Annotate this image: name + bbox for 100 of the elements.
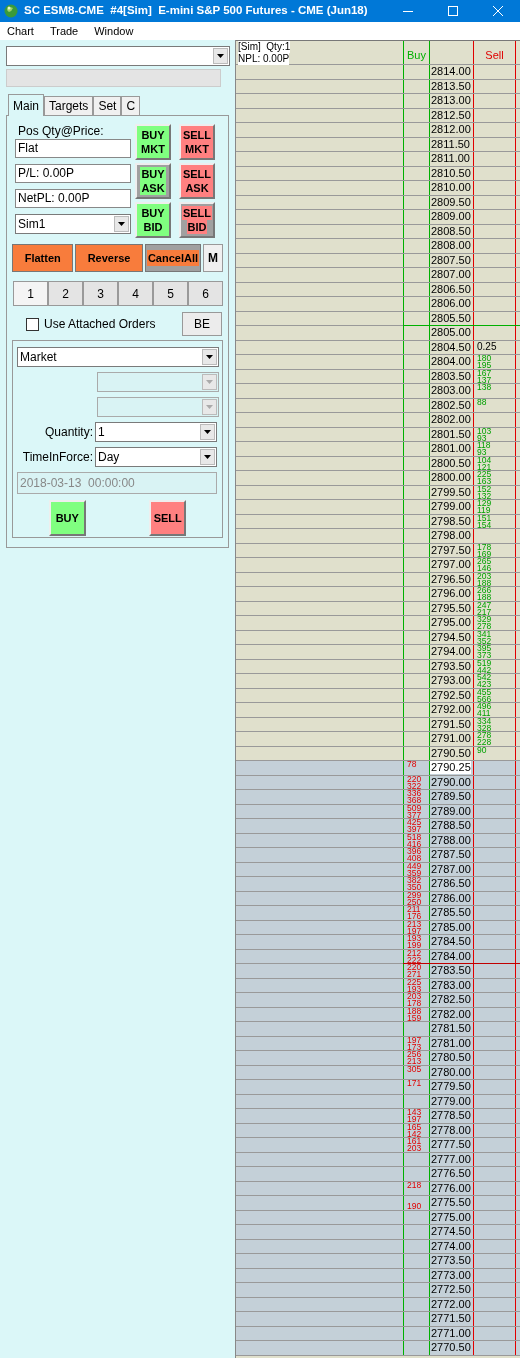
ladder-row[interactable]: 2806.00 bbox=[236, 297, 520, 312]
quantity-text: 542 bbox=[477, 674, 492, 681]
quantity-preset-button[interactable]: 5 bbox=[153, 281, 188, 306]
maximize-icon bbox=[447, 6, 458, 16]
quantity-text: 519 bbox=[477, 659, 492, 667]
order-button[interactable]: SELL BID bbox=[179, 202, 215, 238]
order-button[interactable]: BUY ASK bbox=[135, 163, 171, 199]
menu-item[interactable]: Window bbox=[94, 22, 134, 40]
price-text: 2779.50 bbox=[430, 1080, 471, 1094]
order-button[interactable]: SELL MKT bbox=[179, 124, 215, 160]
ladder-row[interactable]: 336 368 2789.50 bbox=[236, 790, 520, 805]
ladder-row[interactable]: 2770.50 bbox=[236, 1341, 520, 1356]
ladder-row[interactable]: 78 2790.25 bbox=[236, 761, 520, 776]
price-text: 2806.50 bbox=[430, 282, 471, 296]
order-type-dropdown[interactable]: Market bbox=[17, 347, 219, 367]
ladder-row[interactable]: 2776.50 bbox=[236, 1167, 520, 1182]
ladder-row[interactable]: 2803.00 138 bbox=[236, 384, 520, 399]
ladder-row[interactable]: 2808.00 bbox=[236, 239, 520, 254]
ladder-row[interactable]: 2805.00 bbox=[236, 326, 520, 341]
quantity-text: 163 bbox=[477, 478, 492, 485]
ladder-row[interactable]: 220 271 2783.50 bbox=[236, 964, 520, 979]
sell-button[interactable]: SELL bbox=[149, 500, 187, 536]
quantity-text: 509 bbox=[407, 804, 422, 812]
action-button[interactable]: Reverse bbox=[75, 244, 143, 272]
ladder-row[interactable]: 2813.00 bbox=[236, 94, 520, 109]
ladder-row[interactable]: 2811.00 bbox=[236, 152, 520, 167]
quantity-text: 203 bbox=[407, 1145, 422, 1152]
quantity-dropdown[interactable]: 1 bbox=[95, 422, 217, 442]
quantity-text: 178 bbox=[477, 543, 492, 551]
ladder-row[interactable]: 193 199 2784.50 bbox=[236, 935, 520, 950]
quantity-text: 129 bbox=[477, 500, 492, 507]
account-dropdown[interactable]: Sim1 bbox=[15, 214, 131, 234]
quantity-preset-button[interactable]: 1 bbox=[13, 281, 48, 306]
tab[interactable]: Targets bbox=[44, 96, 94, 115]
ladder-row[interactable]: 2809.00 bbox=[236, 210, 520, 225]
readout-field: NetPL: 0.00P bbox=[15, 189, 131, 208]
quantity-text: 352 bbox=[477, 637, 492, 645]
ladder-row[interactable]: 2774.50 bbox=[236, 1225, 520, 1240]
quantity-preset-button[interactable]: 2 bbox=[48, 281, 83, 306]
time-in-force-dropdown[interactable]: Day bbox=[95, 447, 217, 467]
order-button[interactable]: SELL ASK bbox=[179, 163, 215, 199]
symbol-dropdown[interactable] bbox=[6, 46, 230, 66]
quantity-text: 132 bbox=[477, 492, 492, 500]
quantity-text: 90 bbox=[477, 746, 487, 754]
menu-item[interactable]: Trade bbox=[49, 22, 79, 40]
quantity-text: 416 bbox=[407, 840, 422, 848]
order-button[interactable]: BUY MKT bbox=[135, 124, 171, 160]
ladder-row[interactable]: 2810.00 bbox=[236, 181, 520, 196]
ladder-row[interactable]: 2802.00 bbox=[236, 413, 520, 428]
tick-size-text: 0.25 bbox=[477, 341, 497, 352]
tab[interactable]: Main bbox=[8, 94, 44, 116]
price-text: 2807.00 bbox=[430, 268, 471, 282]
ladder-row[interactable]: 143 197 2778.50 bbox=[236, 1109, 520, 1124]
quantity-text: 449 bbox=[407, 862, 422, 870]
quantity-text: 119 bbox=[477, 507, 491, 514]
ladder-row[interactable]: 2771.50 bbox=[236, 1312, 520, 1327]
tab[interactable]: Set bbox=[93, 96, 122, 115]
quantity-preset-button[interactable]: 6 bbox=[188, 281, 223, 306]
quantity-preset-button[interactable]: 3 bbox=[83, 281, 118, 306]
buy-button[interactable]: BUY bbox=[48, 500, 86, 536]
quantity-text: 152 bbox=[477, 485, 492, 493]
ladder-row[interactable]: 203 178 2782.50 bbox=[236, 993, 520, 1008]
price-text: 2790.25 bbox=[430, 761, 471, 775]
ladder-row[interactable]: 2814.00 bbox=[236, 65, 520, 80]
quantity-preset-button[interactable]: 4 bbox=[118, 281, 153, 306]
price-text: 2790.00 bbox=[430, 775, 471, 789]
price-text: 2784.00 bbox=[430, 949, 471, 963]
price-text: 2784.50 bbox=[430, 935, 471, 949]
ladder-row[interactable]: 2781.50 bbox=[236, 1022, 520, 1037]
ladder-row[interactable]: 161 203 2777.50 bbox=[236, 1138, 520, 1153]
ladder-row[interactable]: 2798.00 bbox=[236, 529, 520, 544]
action-button[interactable]: M bbox=[203, 244, 223, 272]
ladder-row[interactable]: 425 397 2788.50 bbox=[236, 819, 520, 834]
checkbox[interactable] bbox=[26, 317, 39, 331]
price-text: 2773.00 bbox=[430, 1268, 471, 1282]
price-text: 2803.00 bbox=[430, 384, 471, 398]
ladder-row[interactable]: 2812.00 bbox=[236, 123, 520, 138]
ladder-row[interactable]: 2807.00 bbox=[236, 268, 520, 283]
price-text: 2781.00 bbox=[430, 1036, 471, 1050]
price-text: 2770.50 bbox=[430, 1341, 471, 1355]
action-button[interactable]: Flatten bbox=[12, 244, 74, 272]
ladder-row[interactable]: 2772.50 bbox=[236, 1283, 520, 1298]
tab[interactable]: C bbox=[121, 96, 141, 115]
ladder-row[interactable]: 211 176 2785.50 bbox=[236, 906, 520, 921]
be-button[interactable]: BE bbox=[182, 312, 222, 336]
ladder-row[interactable]: 2773.50 bbox=[236, 1254, 520, 1269]
ladder-row[interactable]: 190 2775.50 bbox=[236, 1196, 520, 1211]
quantity-text: 213 bbox=[407, 1058, 422, 1065]
ladder-row[interactable]: 382 350 2786.50 bbox=[236, 877, 520, 892]
order-button[interactable]: BUY BID bbox=[135, 202, 171, 238]
quantity-text: 408 bbox=[407, 855, 422, 862]
price-text: 2797.50 bbox=[430, 543, 471, 557]
action-button[interactable]: CancelAll bbox=[144, 244, 202, 272]
menu-item[interactable]: Chart bbox=[7, 22, 34, 40]
price-text: 2781.50 bbox=[430, 1022, 471, 1036]
ladder-row[interactable]: 171 2779.50 bbox=[236, 1080, 520, 1095]
price-text: 2792.50 bbox=[430, 688, 471, 702]
ladder-row[interactable]: 256 213 2780.50 bbox=[236, 1051, 520, 1066]
ladder-row[interactable]: 396 408 2787.50 bbox=[236, 848, 520, 863]
quantity-text: 195 bbox=[477, 362, 492, 369]
